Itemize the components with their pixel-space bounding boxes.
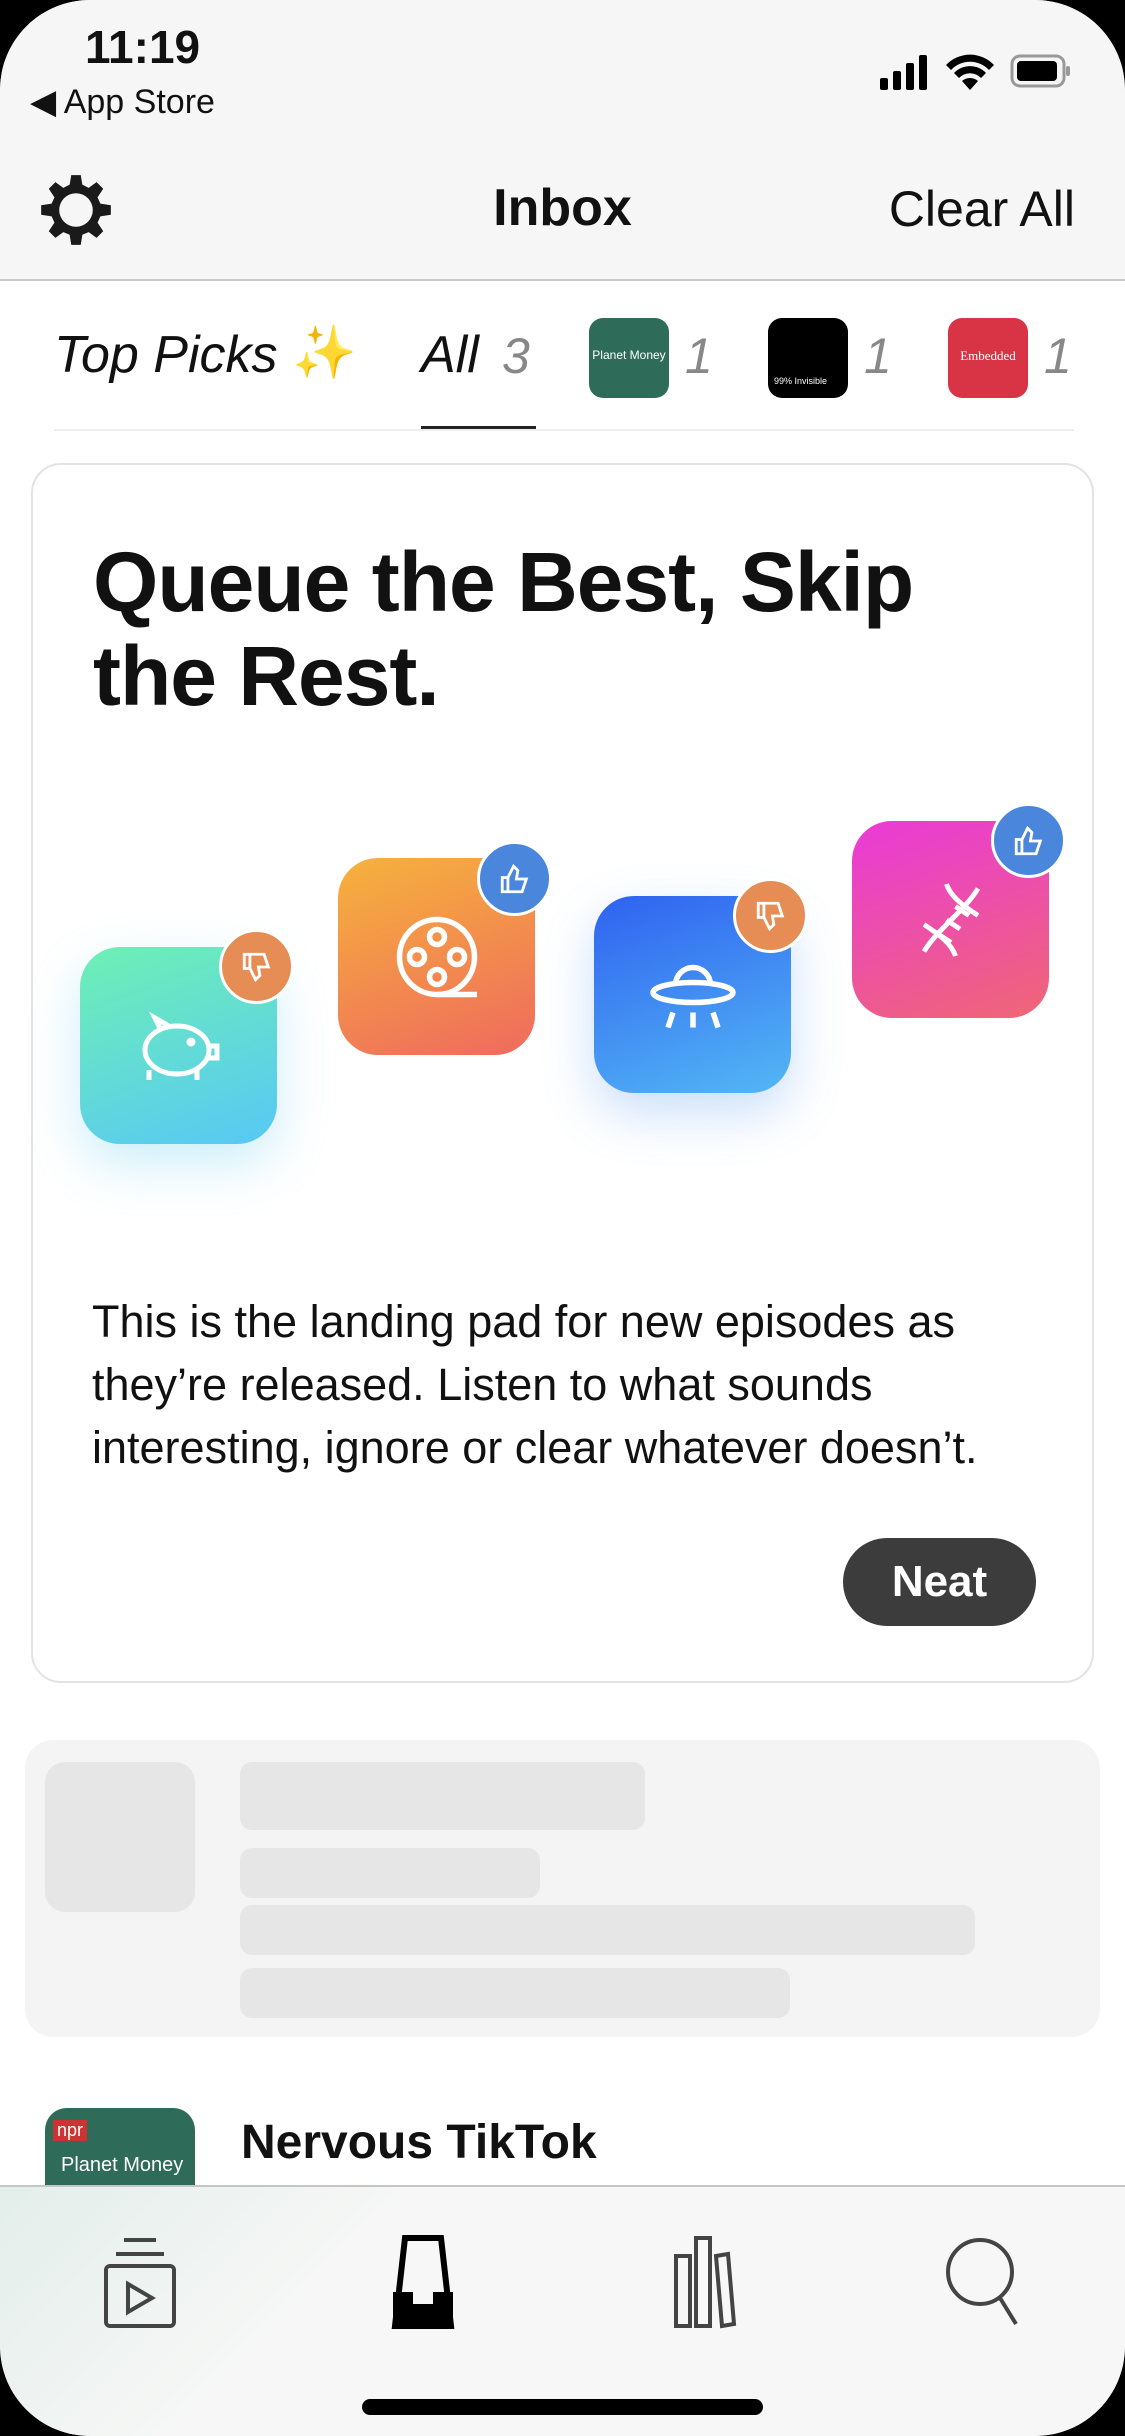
card-body-text: This is the landing pad for new episodes…: [92, 1296, 978, 1473]
sparkles-icon: ✨: [292, 324, 357, 382]
back-label: App Store: [63, 83, 215, 121]
tabs-divider: [54, 429, 1074, 431]
card-headline: Queue the Best, Skip the Rest.: [93, 535, 914, 723]
search-icon[interactable]: [934, 2232, 1034, 2332]
inbox-icon[interactable]: [373, 2232, 473, 2332]
loading-placeholder: [25, 1740, 1100, 2037]
npr-logo: npr: [53, 2120, 88, 2141]
tab-count: 3: [502, 328, 530, 384]
onboarding-card: Queue the Best, Skip the Rest. This is t…: [31, 463, 1094, 1683]
library-icon[interactable]: [652, 2232, 752, 2332]
episode-title: Nervous TikTok: [241, 2116, 597, 2169]
podcast-art-embedded: Embedded: [948, 318, 1028, 398]
podcast-art-99-invisible: 99% Invisible: [768, 318, 848, 398]
tab-count: 1: [864, 328, 892, 384]
thumbs-up-icon: [991, 803, 1066, 878]
tab-count: 1: [685, 328, 713, 384]
thumbs-down-icon: [733, 878, 808, 953]
neat-button[interactable]: Neat: [843, 1538, 1036, 1626]
up-next-icon[interactable]: [90, 2232, 190, 2332]
tab-count: 1: [1044, 328, 1072, 384]
podcast-art-title: Planet Money: [61, 2154, 184, 2176]
status-icons: [880, 54, 1070, 90]
screen: 11:19 ◀ App Store Inbox Clear All Top Pi…: [0, 0, 1125, 2436]
podcast-art-planet-money: Planet Money: [589, 318, 669, 398]
tab-label: Top Picks: [54, 326, 278, 384]
header: 11:19 ◀ App Store Inbox Clear All: [0, 0, 1125, 281]
tab-label: All: [421, 326, 479, 384]
home-indicator: [362, 2399, 763, 2415]
thumbs-down-icon: [219, 929, 294, 1004]
thumbs-up-icon: [477, 841, 552, 916]
status-time: 11:19: [85, 21, 201, 73]
back-to-app-store[interactable]: ◀ App Store: [30, 82, 215, 122]
clear-all-button[interactable]: Clear All: [889, 180, 1075, 238]
